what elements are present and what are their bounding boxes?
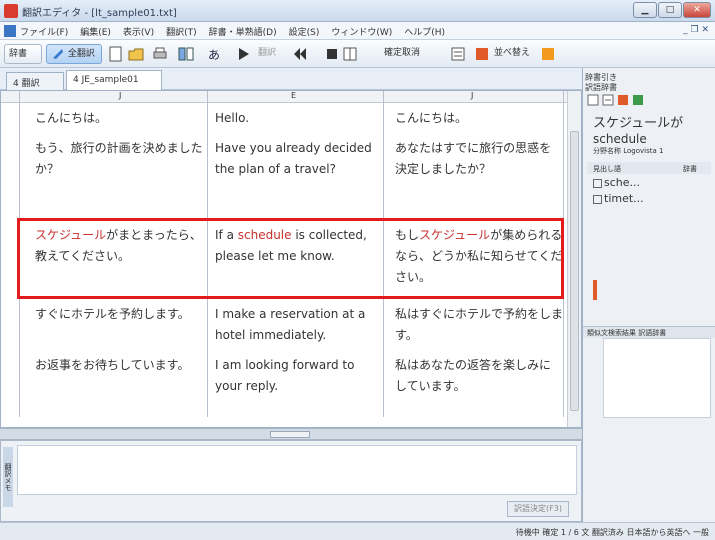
menu-view[interactable]: 表示(V) xyxy=(123,25,154,38)
confirm-cancel-button[interactable]: 確定取消 xyxy=(380,44,436,64)
menu-edit[interactable]: 編集(E) xyxy=(80,25,111,38)
candidate-row[interactable]: sche... xyxy=(593,176,640,189)
window-controls: ▁ □ ✕ xyxy=(633,2,711,18)
status-bar: 待機中 確定 1 / 6 文 翻訳済み 日本語から英語へ 一般 xyxy=(0,522,715,540)
source-cell[interactable]: こんにちは。 xyxy=(35,108,205,129)
status-text: 待機中 確定 1 / 6 文 翻訳済み 日本語から英語へ 一般 xyxy=(515,528,709,537)
translate-all-button[interactable]: 全翻訳 xyxy=(46,44,102,64)
mdi-controls[interactable]: _ ❐ ✕ xyxy=(683,25,709,35)
close-button[interactable]: ✕ xyxy=(683,2,711,18)
lookup-icon[interactable] xyxy=(587,94,599,106)
dictionary-entry-icon xyxy=(593,194,602,204)
maximize-button[interactable]: □ xyxy=(658,2,682,18)
play-icon[interactable] xyxy=(236,46,252,62)
column-headword: 見出し語 xyxy=(593,165,621,173)
dictionary-entry-icon xyxy=(593,178,602,188)
menu-items: ファイル(F) 編集(E) 表示(V) 翻訳(T) 辞書・単熟語(D) 設定(S… xyxy=(20,25,445,38)
source-cell[interactable]: お返事をお待ちしています。 xyxy=(35,355,205,376)
toolbar: 辞書 全翻訳 あ 翻訳 確定取消 並べ替え xyxy=(0,40,715,68)
minimize-button[interactable]: ▁ xyxy=(633,2,657,18)
svg-text:あ: あ xyxy=(208,48,220,62)
menu-app-icon xyxy=(4,25,16,37)
panel-marker xyxy=(593,280,597,300)
menu-dictionary[interactable]: 辞書・単熟語(D) xyxy=(209,25,277,38)
translation-grid: J E J こんにちは。 Hello. こんにちは。 もう、旅行の計画を決めまし… xyxy=(0,90,582,428)
memo-icon[interactable] xyxy=(450,46,466,62)
pane-splitter[interactable] xyxy=(0,428,582,440)
settings-icon[interactable] xyxy=(540,46,556,62)
parallel-button[interactable]: 並べ替え xyxy=(490,44,534,64)
english-cell[interactable]: I make a reservation at a hotel immediat… xyxy=(215,304,381,346)
dictionary-red-icon[interactable] xyxy=(617,94,629,106)
back-translation-cell[interactable]: 私はすぐにホテルで予約をします。 xyxy=(395,304,563,346)
dictionary-panel-subtitle: 訳語辞書 xyxy=(585,83,617,92)
menu-file[interactable]: ファイル(F) xyxy=(20,25,68,38)
memo-pane: 翻訳メモ 訳語決定(F3) xyxy=(0,440,582,522)
window-title: 翻訳エディタ - [lt_sample01.txt] xyxy=(22,8,177,19)
menu-translate[interactable]: 翻訳(T) xyxy=(166,25,197,38)
find-button[interactable]: 翻訳 xyxy=(254,44,290,64)
menu-help[interactable]: ヘルプ(H) xyxy=(404,25,445,38)
dictionary-button[interactable]: 辞書 xyxy=(4,44,42,64)
back-translation-cell[interactable]: こんにちは。 xyxy=(395,108,563,129)
menu-bar: ファイル(F) 編集(E) 表示(V) 翻訳(T) 辞書・単熟語(D) 設定(S… xyxy=(0,22,715,40)
stop-icon[interactable] xyxy=(324,46,340,62)
print-icon[interactable] xyxy=(152,46,168,62)
candidate-table-header: 見出し語 辞書 xyxy=(587,162,711,174)
english-cell[interactable]: Hello. xyxy=(215,108,381,129)
source-cell[interactable]: もう、旅行の計画を決めましたか？ xyxy=(35,138,205,180)
scrollbar-thumb[interactable] xyxy=(570,131,579,411)
english-cell[interactable]: I am looking forward to your reply. xyxy=(215,355,381,397)
app-icon xyxy=(4,4,18,18)
font-icon[interactable]: あ xyxy=(206,46,222,62)
back-translation-cell[interactable]: あなたはすでに旅行の思惑を決定しましたか？ xyxy=(395,138,563,180)
back-translation-cell[interactable]: 私はあなたの返答を楽しみにしています。 xyxy=(395,355,563,397)
open-folder-icon[interactable] xyxy=(128,46,144,62)
splitter-grip[interactable] xyxy=(270,431,310,438)
column-mark-source: J xyxy=(119,91,122,100)
translate-icon xyxy=(53,48,63,59)
dictionary-panel: 辞書引き 訳語辞書 スケジュールが schedule 分野名称 Logovist… xyxy=(582,68,715,522)
tab-sample-file[interactable]: 4 JE_sample01 xyxy=(66,70,162,90)
register-icon[interactable] xyxy=(602,94,614,106)
english-cell[interactable]: Have you already decided the plan of a t… xyxy=(215,138,381,180)
tab-translation[interactable]: 4 翻訳 xyxy=(6,72,64,90)
lookup-term-english: schedule xyxy=(593,132,647,146)
dictionary-source-name: 分野名称 Logovista 1 xyxy=(593,147,664,155)
similar-sentence-header: 類似文検索結果 訳語辞書 xyxy=(583,326,715,338)
learn-icon[interactable] xyxy=(474,46,490,62)
confirm-term-button[interactable]: 訳語決定(F3) xyxy=(507,501,569,517)
source-cell[interactable]: すぐにホテルを予約します。 xyxy=(35,304,205,325)
title-bar: 翻訳エディタ - [lt_sample01.txt] ▁ □ ✕ xyxy=(0,0,715,22)
vertical-scrollbar[interactable] xyxy=(567,91,581,427)
split-icon[interactable] xyxy=(342,46,358,62)
column-mark-english: E xyxy=(291,91,297,100)
new-document-icon[interactable] xyxy=(108,46,124,62)
layout-icon[interactable] xyxy=(178,46,194,62)
translate-all-label: 全翻訳 xyxy=(67,49,95,59)
document-tabs: 4 翻訳 4 JE_sample01 xyxy=(0,68,582,90)
candidate-label: sche... xyxy=(604,176,641,189)
selection-highlight-box xyxy=(17,218,564,299)
candidate-row[interactable]: timet... xyxy=(593,192,644,205)
candidate-label: timet... xyxy=(604,192,644,205)
similar-sentence-area[interactable] xyxy=(603,338,711,418)
menu-settings[interactable]: 設定(S) xyxy=(289,25,320,38)
column-mark-back: J xyxy=(471,91,474,100)
dictionary-tools xyxy=(587,94,644,106)
memo-text-area[interactable] xyxy=(17,445,577,495)
dictionary-green-icon[interactable] xyxy=(632,94,644,106)
menu-window[interactable]: ウィンドウ(W) xyxy=(331,25,392,38)
column-header: J E J xyxy=(1,91,567,103)
memo-pane-label: 翻訳メモ xyxy=(3,447,13,507)
column-dictionary: 辞書 xyxy=(683,165,697,173)
translate-next-icon[interactable] xyxy=(292,46,308,62)
lookup-term-japanese: スケジュールが xyxy=(593,116,684,131)
